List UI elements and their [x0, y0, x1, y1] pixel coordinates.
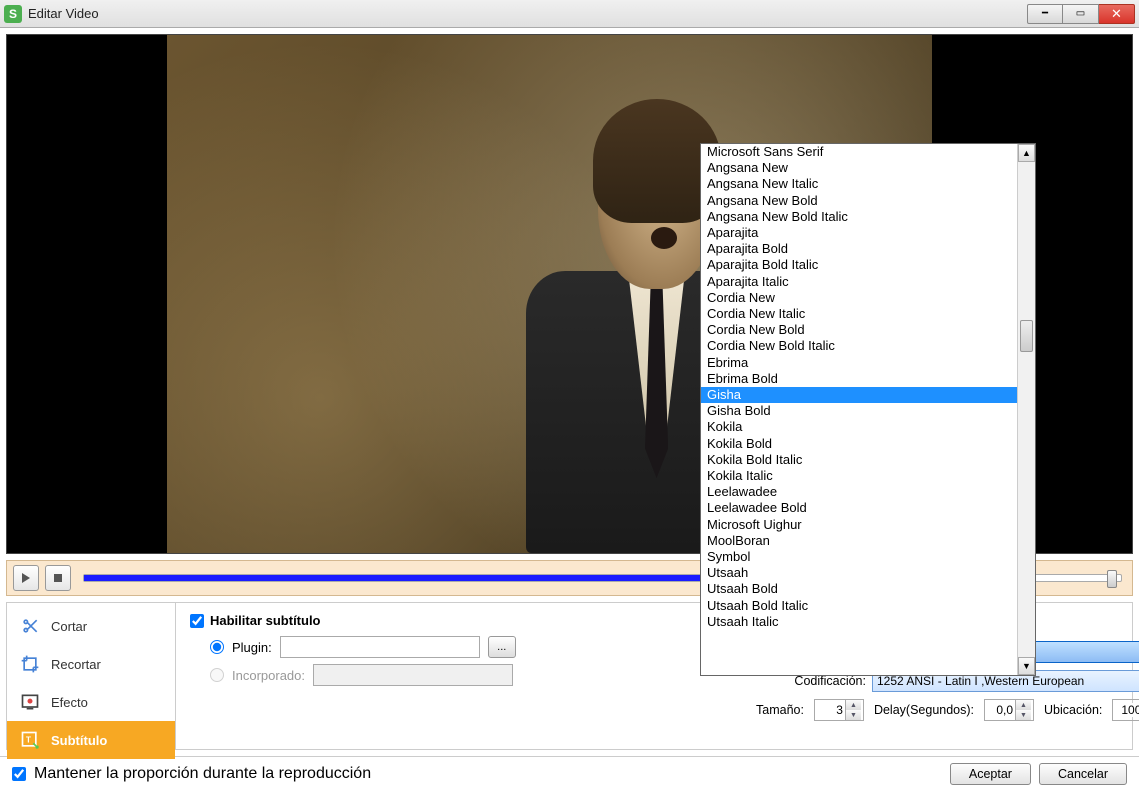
enable-subtitle-label: Habilitar subtítulo	[210, 613, 321, 628]
stop-button[interactable]	[45, 565, 71, 591]
font-option[interactable]: Angsana New Italic	[701, 176, 1017, 192]
font-option[interactable]: Cordia New Italic	[701, 306, 1017, 322]
font-option[interactable]: Angsana New Bold Italic	[701, 209, 1017, 225]
location-input[interactable]	[1113, 703, 1139, 717]
size-row: Tamaño: ▲▼ Delay(Segundos): ▲▼ Ubicación…	[756, 699, 1139, 721]
font-option[interactable]: Ebrima Bold	[701, 371, 1017, 387]
font-option[interactable]: Utsaah Bold	[701, 581, 1017, 597]
size-spinner[interactable]: ▲▼	[814, 699, 864, 721]
sidebar-item-label: Cortar	[51, 619, 87, 634]
scroll-thumb[interactable]	[1020, 320, 1033, 352]
font-option[interactable]: Kokila Bold	[701, 436, 1017, 452]
font-option[interactable]: Aparajita Bold	[701, 241, 1017, 257]
location-label: Ubicación:	[1044, 703, 1102, 717]
app-icon: S	[4, 5, 22, 23]
accept-button[interactable]: Aceptar	[950, 763, 1031, 785]
incorporado-label: Incorporado:	[232, 668, 305, 683]
font-option[interactable]: Ebrima	[701, 355, 1017, 371]
font-option[interactable]: Aparajita Bold Italic	[701, 257, 1017, 273]
size-input[interactable]	[815, 703, 845, 717]
sidebar-item-recortar[interactable]: Recortar	[7, 645, 175, 683]
font-option[interactable]: Aparajita Italic	[701, 274, 1017, 290]
close-button[interactable]: ✕	[1099, 4, 1135, 24]
font-option[interactable]: Kokila Italic	[701, 468, 1017, 484]
sidebar-item-efecto[interactable]: Efecto	[7, 683, 175, 721]
cancel-button[interactable]: Cancelar	[1039, 763, 1127, 785]
play-button[interactable]	[13, 565, 39, 591]
effect-icon	[19, 691, 41, 713]
scroll-down-icon[interactable]: ▼	[1018, 657, 1035, 675]
sidebar-item-label: Recortar	[51, 657, 101, 672]
sidebar-item-label: Subtítulo	[51, 733, 107, 748]
font-option[interactable]: Utsaah Bold Italic	[701, 598, 1017, 614]
sidebar-item-subtitulo[interactable]: T Subtítulo	[7, 721, 175, 759]
maximize-button[interactable]: ▭	[1063, 4, 1099, 24]
font-option[interactable]: Kokila Bold Italic	[701, 452, 1017, 468]
font-option[interactable]: Leelawadee	[701, 484, 1017, 500]
font-option[interactable]: Symbol	[701, 549, 1017, 565]
volume-thumb[interactable]	[1107, 570, 1117, 588]
font-option[interactable]: Microsoft Sans Serif	[701, 144, 1017, 160]
spin-up-icon[interactable]: ▲	[1015, 700, 1031, 710]
font-option[interactable]: Gisha Bold	[701, 403, 1017, 419]
font-option[interactable]: Leelawadee Bold	[701, 500, 1017, 516]
font-option[interactable]: Utsaah	[701, 565, 1017, 581]
volume-slider[interactable]	[1032, 574, 1122, 582]
spin-up-icon[interactable]: ▲	[845, 700, 861, 710]
font-option[interactable]: Cordia New Bold	[701, 322, 1017, 338]
scroll-up-icon[interactable]: ▲	[1018, 144, 1035, 162]
subtitle-icon: T	[19, 729, 41, 751]
incorporado-radio	[210, 668, 224, 682]
sidebar-item-cortar[interactable]: Cortar	[7, 607, 175, 645]
svg-text:T: T	[26, 735, 31, 745]
encoding-value: 1252 ANSI - Latin I ,Western European	[877, 674, 1084, 688]
delay-spinner[interactable]: ▲▼	[984, 699, 1034, 721]
scrollbar[interactable]: ▲ ▼	[1017, 144, 1035, 675]
font-option[interactable]: Utsaah Italic	[701, 614, 1017, 630]
sidebar-item-label: Efecto	[51, 695, 88, 710]
scissors-icon	[19, 615, 41, 637]
font-option[interactable]: Angsana New Bold	[701, 193, 1017, 209]
minimize-button[interactable]: ━	[1027, 4, 1063, 24]
font-option[interactable]: Microsoft Uighur	[701, 517, 1017, 533]
plugin-label: Plugin:	[232, 640, 272, 655]
font-list[interactable]: Microsoft Sans SerifAngsana NewAngsana N…	[701, 144, 1017, 675]
font-dropdown[interactable]: Microsoft Sans SerifAngsana NewAngsana N…	[700, 143, 1036, 676]
location-spinner[interactable]: ▲▼	[1112, 699, 1139, 721]
footer: Mantener la proporción durante la reprod…	[0, 756, 1139, 790]
sidebar: Cortar Recortar Efecto T Subtítulo	[6, 602, 176, 750]
incorporado-input	[313, 664, 513, 686]
crop-icon	[19, 653, 41, 675]
browse-button[interactable]: ...	[488, 636, 516, 658]
keep-ratio-checkbox[interactable]	[12, 767, 26, 781]
font-option[interactable]: Aparajita	[701, 225, 1017, 241]
delay-label: Delay(Segundos):	[874, 703, 974, 717]
font-option[interactable]: Kokila	[701, 419, 1017, 435]
spin-down-icon[interactable]: ▼	[845, 710, 861, 720]
font-option[interactable]: Cordia New Bold Italic	[701, 338, 1017, 354]
titlebar: S Editar Video ━ ▭ ✕	[0, 0, 1139, 28]
plugin-input[interactable]	[280, 636, 480, 658]
font-option[interactable]: Angsana New	[701, 160, 1017, 176]
font-option[interactable]: MoolBoran	[701, 533, 1017, 549]
window-title: Editar Video	[28, 6, 1027, 21]
delay-input[interactable]	[985, 703, 1015, 717]
font-option[interactable]: Cordia New	[701, 290, 1017, 306]
keep-ratio-label: Mantener la proporción durante la reprod…	[34, 765, 371, 783]
font-option[interactable]: Gisha	[701, 387, 1017, 403]
plugin-radio[interactable]	[210, 640, 224, 654]
size-label: Tamaño:	[756, 703, 804, 717]
window-buttons: ━ ▭ ✕	[1027, 4, 1135, 24]
enable-subtitle-checkbox[interactable]	[190, 614, 204, 628]
spin-down-icon[interactable]: ▼	[1015, 710, 1031, 720]
encoding-label: Codificación:	[756, 674, 866, 688]
